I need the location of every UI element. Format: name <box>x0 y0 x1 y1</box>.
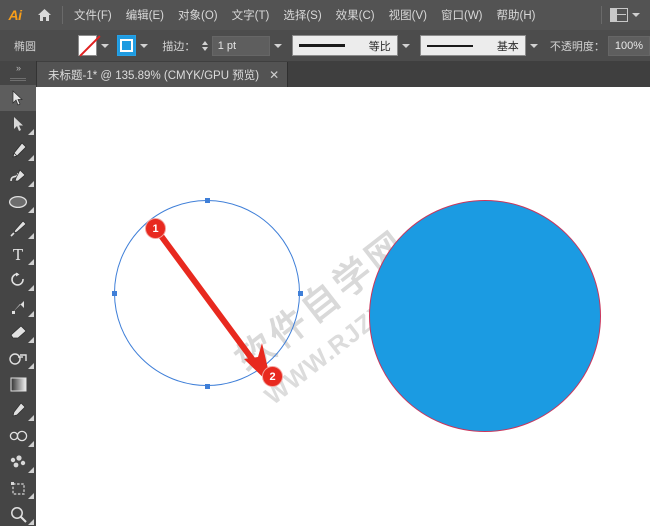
tools-panel: » T <box>0 61 37 526</box>
shape-builder-tool[interactable] <box>0 345 36 371</box>
illustrator-window: Ai 文件(F) 编辑(E) 对象(O) 文字(T) 选择(S) 效果(C) 视… <box>0 0 650 526</box>
type-tool[interactable]: T <box>0 241 36 267</box>
pen-tool[interactable] <box>0 137 36 163</box>
flyout-triangle-icon <box>28 337 34 343</box>
document-tab-bar: 未标题-1* @ 135.89% (CMYK/GPU 预览) ✕ <box>36 61 650 87</box>
menu-divider <box>62 6 63 24</box>
ellipse-outline-shape[interactable] <box>114 200 300 386</box>
ellipse-filled-shape[interactable] <box>369 200 601 432</box>
gradient-tool[interactable] <box>0 371 36 397</box>
svg-text:T: T <box>13 246 23 262</box>
stroke-dropdown-arrow[interactable] <box>138 36 150 55</box>
no-fill-slash-icon <box>79 34 101 57</box>
toolbar-grip[interactable] <box>0 75 36 85</box>
chevron-down-icon[interactable] <box>632 13 640 17</box>
flyout-triangle-icon <box>28 181 34 187</box>
chevron-down-icon <box>401 43 410 48</box>
anchor-point-top[interactable] <box>204 197 210 203</box>
menu-file[interactable]: 文件(F) <box>67 0 119 30</box>
flyout-triangle-icon <box>28 415 34 421</box>
stroke-weight-input[interactable]: 1 pt <box>211 35 270 56</box>
anchor-point-bottom[interactable] <box>204 383 210 389</box>
curvature-tool[interactable] <box>0 163 36 189</box>
artboard-tool[interactable] <box>0 475 36 501</box>
home-icon[interactable] <box>30 0 58 30</box>
flyout-triangle-icon <box>28 467 34 473</box>
brush-definition-select[interactable]: 基本 <box>419 35 526 56</box>
ellipse-tool[interactable] <box>0 189 36 215</box>
flyout-triangle-icon <box>28 363 34 369</box>
document-tab-title: 未标题-1* @ 135.89% (CMYK/GPU 预览) <box>48 69 260 82</box>
chevron-down-icon <box>101 43 110 48</box>
rotate-tool[interactable] <box>0 267 36 293</box>
flyout-triangle-icon <box>28 259 34 265</box>
zoom-tool[interactable] <box>0 501 36 526</box>
blend-tool[interactable] <box>0 423 36 449</box>
flyout-triangle-icon <box>28 441 34 447</box>
stepper-up-icon[interactable] <box>201 40 208 45</box>
direct-selection-tool[interactable] <box>0 111 36 137</box>
menu-help[interactable]: 帮助(H) <box>490 0 543 30</box>
anchor-point-right[interactable] <box>297 290 303 296</box>
document-tab[interactable]: 未标题-1* @ 135.89% (CMYK/GPU 预览) ✕ <box>36 62 289 87</box>
brush-preview-line <box>426 44 473 47</box>
eraser-tool[interactable] <box>0 319 36 345</box>
chevron-down-icon <box>273 43 282 48</box>
ai-logo-icon: Ai <box>8 7 23 23</box>
flyout-triangle-icon <box>28 285 34 291</box>
profile-preview-line <box>298 44 345 47</box>
flyout-triangle-icon <box>28 311 34 317</box>
anchor-point-left[interactable] <box>111 290 117 296</box>
symbol-sprayer-tool[interactable] <box>0 449 36 475</box>
active-tool-label: 椭圆 <box>14 40 36 53</box>
brush-definition-dropdown[interactable] <box>528 36 540 55</box>
flyout-triangle-icon <box>28 493 34 499</box>
flyout-triangle-icon <box>28 519 34 525</box>
stroke-color-swatch[interactable] <box>117 35 137 56</box>
menu-select[interactable]: 选择(S) <box>276 0 328 30</box>
workspace-divider <box>601 6 602 24</box>
chevron-down-icon <box>140 43 149 48</box>
fill-color-swatch[interactable] <box>77 34 101 57</box>
stroke-swatch-inner <box>120 39 134 52</box>
toolbar-collapse-button[interactable]: » <box>0 61 36 75</box>
canvas-artboard[interactable]: 软件自学网 WWW.RJZXW.COM 1 2 <box>36 87 650 526</box>
flyout-triangle-icon <box>28 129 34 135</box>
stroke-profile-select[interactable]: 等比 <box>291 35 398 56</box>
scale-tool[interactable] <box>0 293 36 319</box>
menu-type[interactable]: 文字(T) <box>225 0 277 30</box>
stroke-weight-stepper[interactable] <box>199 36 209 55</box>
flyout-triangle-icon <box>28 233 34 239</box>
options-bar: 椭圆 描边： 1 pt 等比 基本 不透明度： 100% <box>0 30 650 62</box>
workspace-switcher[interactable] <box>597 6 650 24</box>
menu-effect[interactable]: 效果(C) <box>329 0 382 30</box>
flyout-triangle-icon <box>28 155 34 161</box>
profile-label: 等比 <box>368 40 391 53</box>
stroke-profile-dropdown[interactable] <box>400 36 412 55</box>
stroke-weight-dropdown[interactable] <box>272 36 284 55</box>
close-icon[interactable]: ✕ <box>269 69 279 81</box>
workspace-layout-icon[interactable] <box>610 8 628 22</box>
opacity-input[interactable]: 100% <box>607 35 650 56</box>
opacity-label: 不透明度： <box>549 40 605 53</box>
menu-edit[interactable]: 编辑(E) <box>119 0 171 30</box>
menu-object[interactable]: 对象(O) <box>171 0 225 30</box>
chevron-down-icon <box>529 43 538 48</box>
menu-window[interactable]: 窗口(W) <box>434 0 490 30</box>
marker-1: 1 <box>145 218 166 239</box>
eyedropper-tool[interactable] <box>0 397 36 423</box>
stepper-down-icon[interactable] <box>201 46 208 51</box>
paintbrush-tool[interactable] <box>0 215 36 241</box>
menu-view[interactable]: 视图(V) <box>382 0 434 30</box>
brush-label: 基本 <box>496 40 519 53</box>
fill-dropdown-arrow[interactable] <box>99 36 111 55</box>
menu-bar: Ai 文件(F) 编辑(E) 对象(O) 文字(T) 选择(S) 效果(C) 视… <box>0 0 650 31</box>
marker-2: 2 <box>262 366 283 387</box>
flyout-triangle-icon <box>28 207 34 213</box>
stroke-weight-label: 描边： <box>162 40 196 53</box>
selection-tool[interactable] <box>0 85 36 111</box>
